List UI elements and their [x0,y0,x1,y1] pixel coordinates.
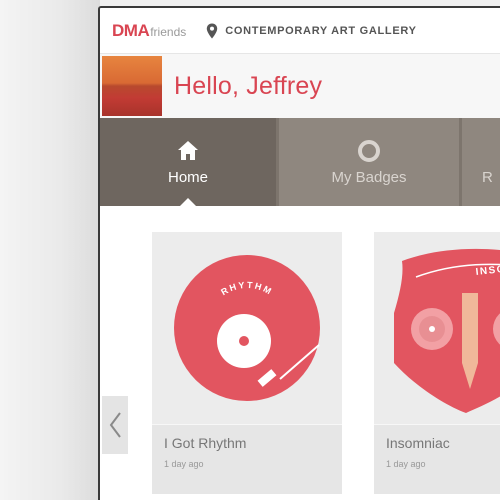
badge-card[interactable]: INSOMNIA Insomniac 1 day ago [374,232,500,494]
tab-partial-label: R [482,168,493,186]
shield-badge-icon: INSOMNIA [394,248,500,413]
badge-icon [358,139,380,162]
carousel-prev-button[interactable] [102,396,128,454]
greeting-text: Hello, Jeffrey [174,71,323,100]
avatar[interactable] [102,56,162,116]
greeting-banner: Hello, Jeffrey [100,54,500,118]
chevron-left-icon [109,412,121,438]
app-screen: DMA friends CONTEMPORARY ART GALLERY Hel… [98,6,500,500]
badge-card[interactable]: RHYTHM I Got Rhythm 1 day ago [152,232,342,494]
tab-my-badges-label: My Badges [331,168,407,186]
tab-partial-icon-space [482,139,500,163]
tab-home[interactable]: Home [100,118,277,207]
location-pin-icon [207,23,218,38]
logo-friends-text: friends [150,24,187,39]
badge-info: I Got Rhythm 1 day ago [152,424,342,494]
badge-title: I Got Rhythm [164,435,247,451]
badge-carousel: RHYTHM I Got Rhythm 1 day ago INSOMNIA I… [100,206,500,500]
app-header: DMA friends CONTEMPORARY ART GALLERY [100,8,500,54]
badge-info: Insomniac 1 day ago [374,424,500,494]
vinyl-record-icon: RHYTHM [174,255,320,401]
tab-home-label: Home [168,168,209,186]
tab-partial[interactable]: R [462,118,500,206]
tab-my-badges[interactable]: My Badges [279,118,459,206]
badge-title: Insomniac [386,435,450,451]
logo-dma-text: DMA [112,20,150,40]
main-nav: Home My Badges R [100,118,500,207]
dma-friends-logo[interactable]: DMA friends [112,21,186,41]
badge-art: RHYTHM [152,232,342,424]
badge-art: INSOMNIA [374,232,500,424]
badge-time: 1 day ago [386,459,426,469]
home-icon [178,140,198,160]
badge-time: 1 day ago [164,459,204,469]
device-bezel [0,0,100,500]
location-label[interactable]: CONTEMPORARY ART GALLERY [225,25,416,37]
